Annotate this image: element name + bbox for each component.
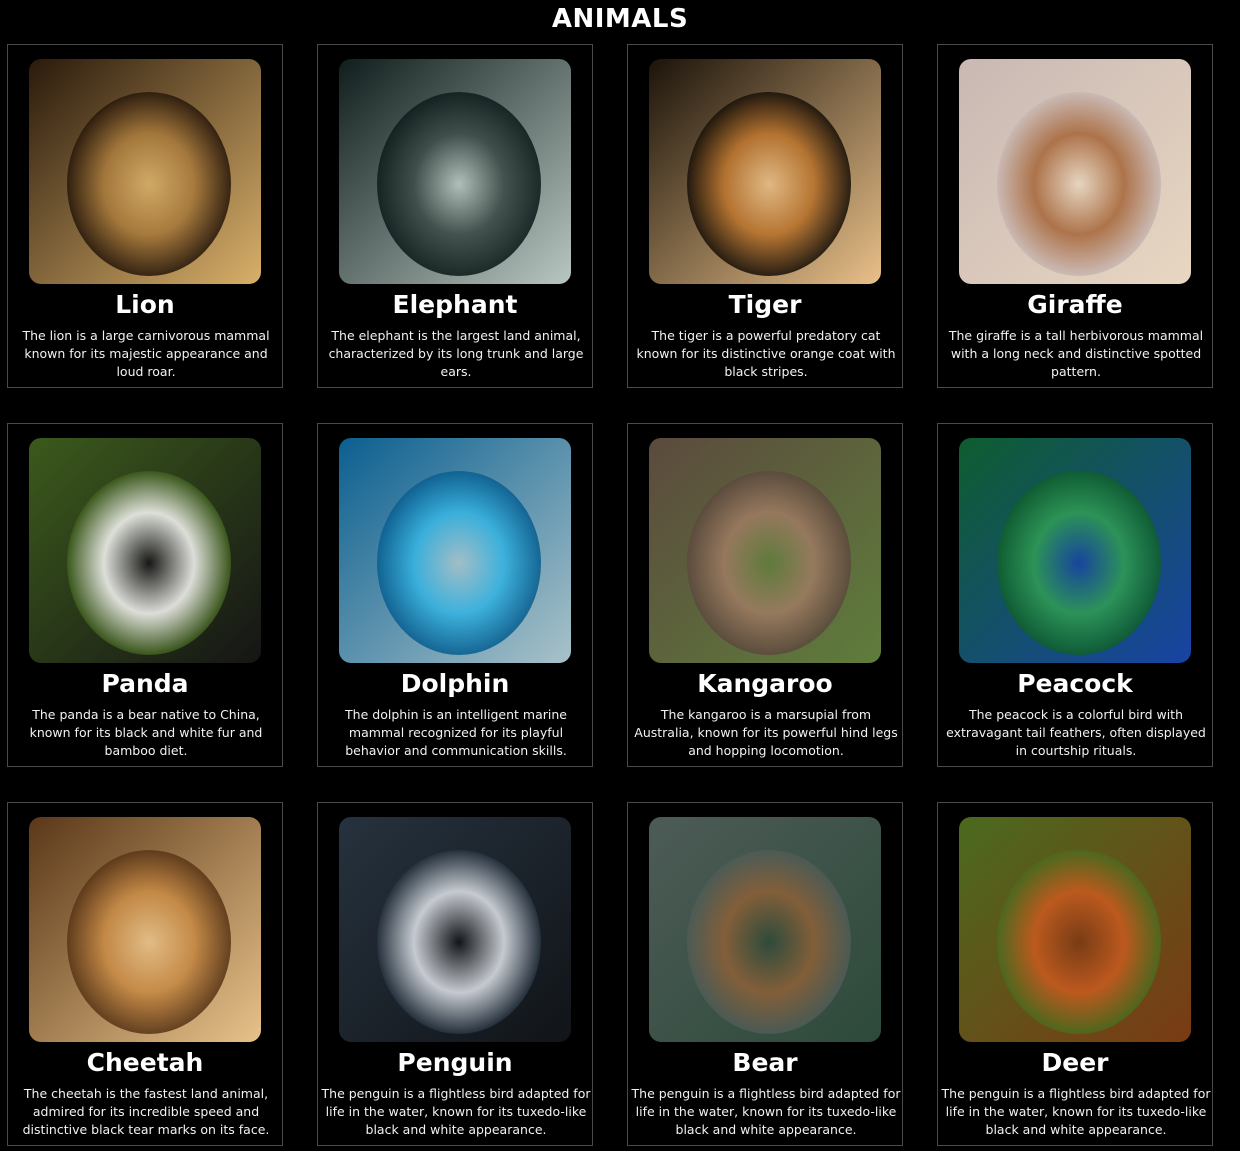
animal-card-dolphin[interactable]: Dolphin The dolphin is an intelligent ma… <box>317 423 593 767</box>
animal-name: Dolphin <box>400 669 510 698</box>
animal-photo-tiger <box>649 59 881 284</box>
animal-description: The lion is a large carnivorous mammal k… <box>22 328 270 379</box>
animal-card-penguin[interactable]: Penguin The penguin is a flightless bird… <box>317 802 593 1146</box>
animal-card-deer[interactable]: Deer The penguin is a flightless bird ad… <box>937 802 1213 1146</box>
animal-name: Lion <box>115 290 175 319</box>
animal-description: The penguin is a flightless bird adapted… <box>631 1086 901 1137</box>
animal-photo-kangaroo <box>649 438 881 663</box>
animal-name: Cheetah <box>86 1048 204 1077</box>
animal-description: The panda is a bear native to China, kno… <box>29 707 263 758</box>
animal-card-panda[interactable]: Panda The panda is a bear native to Chin… <box>7 423 283 767</box>
animal-card-bear[interactable]: Bear The penguin is a flightless bird ad… <box>627 802 903 1146</box>
animal-card-tiger[interactable]: Tiger The tiger is a powerful predatory … <box>627 44 903 388</box>
animal-description: The tiger is a powerful predatory cat kn… <box>636 328 896 379</box>
animal-name: Bear <box>732 1048 798 1077</box>
animal-description: The dolphin is an intelligent marine mam… <box>345 707 567 758</box>
animal-name: Penguin <box>397 1048 513 1077</box>
animal-description: The kangaroo is a marsupial from Austral… <box>634 707 898 758</box>
animal-card-giraffe[interactable]: Giraffe The giraffe is a tall herbivorou… <box>937 44 1213 388</box>
animal-description: The peacock is a colorful bird with extr… <box>946 707 1206 758</box>
animal-photo-giraffe <box>959 59 1191 284</box>
animal-name: Tiger <box>728 290 802 319</box>
animal-name: Elephant <box>392 290 518 319</box>
animal-name: Peacock <box>1017 669 1133 698</box>
animal-name: Giraffe <box>1027 290 1123 319</box>
animal-description: The penguin is a flightless bird adapted… <box>321 1086 591 1137</box>
animal-grid: Lion The lion is a large carnivorous mam… <box>7 44 1213 1146</box>
animal-photo-dolphin <box>339 438 571 663</box>
animal-photo-peacock <box>959 438 1191 663</box>
animal-photo-deer <box>959 817 1191 1042</box>
animal-photo-cheetah <box>29 817 261 1042</box>
animal-photo-bear <box>649 817 881 1042</box>
page-title: ANIMALS <box>551 4 689 34</box>
animal-description: The cheetah is the fastest land animal, … <box>22 1086 270 1137</box>
animal-name: Deer <box>1041 1048 1109 1077</box>
animal-card-kangaroo[interactable]: Kangaroo The kangaroo is a marsupial fro… <box>627 423 903 767</box>
animal-description: The elephant is the largest land animal,… <box>328 328 584 379</box>
animal-card-elephant[interactable]: Elephant The elephant is the largest lan… <box>317 44 593 388</box>
animal-description: The penguin is a flightless bird adapted… <box>941 1086 1211 1137</box>
animal-card-peacock[interactable]: Peacock The peacock is a colorful bird w… <box>937 423 1213 767</box>
animal-name: Kangaroo <box>697 669 833 698</box>
animal-description: The giraffe is a tall herbivorous mammal… <box>948 328 1204 379</box>
animal-photo-lion <box>29 59 261 284</box>
animal-card-lion[interactable]: Lion The lion is a large carnivorous mam… <box>7 44 283 388</box>
animal-card-cheetah[interactable]: Cheetah The cheetah is the fastest land … <box>7 802 283 1146</box>
animal-photo-elephant <box>339 59 571 284</box>
animal-photo-panda <box>29 438 261 663</box>
animal-photo-penguin <box>339 817 571 1042</box>
animal-name: Panda <box>101 669 189 698</box>
